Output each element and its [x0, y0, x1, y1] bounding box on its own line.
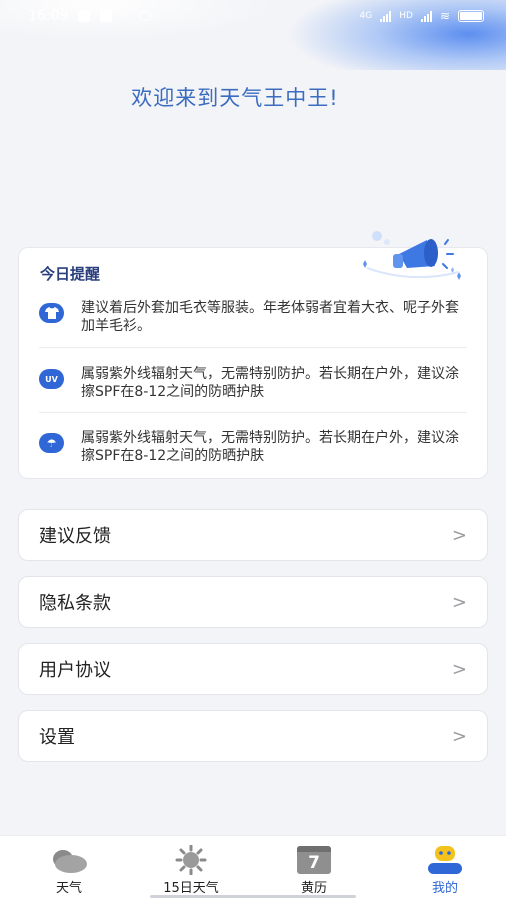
reminder-divider — [39, 347, 467, 348]
tab-weather[interactable]: 天气 — [0, 836, 138, 900]
signal-icon-1 — [380, 10, 392, 22]
settings-menu-item[interactable]: 设置 > — [18, 710, 488, 762]
settings-label: 设置 — [39, 727, 75, 748]
tab-15-day-label: 15日天气 — [163, 881, 219, 896]
feedback-label: 建议反馈 — [39, 526, 111, 547]
status-bar: 16:09 ᚼ 4G HD ≋ — [0, 0, 506, 32]
tab-15-day-forecast[interactable]: 15日天气 — [138, 836, 244, 900]
sun-icon — [175, 845, 207, 875]
tab-mine-label: 我的 — [431, 881, 458, 896]
reminder-item-clothing: 建议着后外套加毛衣等服装。年老体弱者宜着大衣、呢子外套加羊毛衫。 — [39, 299, 467, 335]
tab-weather-label: 天气 — [55, 881, 82, 896]
today-reminder-card: 今日提醒 建议着后外套加毛衣等服装。年老体弱者宜着大衣、呢子外套加羊毛衫。 UV… — [18, 231, 488, 479]
tab-calendar-label: 黄历 — [300, 881, 327, 896]
chevron-right-icon: > — [451, 524, 467, 546]
shirt-icon — [39, 303, 64, 323]
uv-icon: UV — [39, 369, 64, 389]
welcome-title: 欢迎来到天气王中王! — [131, 86, 339, 110]
signal-icon-2 — [420, 10, 432, 22]
privacy-label: 隐私条款 — [39, 593, 111, 614]
status-time: 16:09 — [28, 8, 69, 24]
reminder-title: 今日提醒 — [40, 265, 101, 283]
header: 16:09 ᚼ 4G HD ≋ 欢迎来到天气王中王! — [0, 0, 506, 210]
reminder-text-uv: 属弱紫外线辐射天气，无需特别防护。若长期在户外，建议涂擦SPF在8-12之间的防… — [81, 366, 459, 400]
tab-mine[interactable]: 我的 — [384, 836, 506, 900]
user-agreement-menu-item[interactable]: 用户协议 > — [18, 643, 488, 695]
network-label-1: 4G — [359, 11, 373, 21]
home-indicator[interactable] — [150, 895, 356, 898]
network-label-2: HD — [399, 11, 413, 21]
bottom-tab-bar: 天气 15日天气 7 黄历 我的 — [0, 835, 506, 900]
reminder-text-umbrella: 属弱紫外线辐射天气，无需特别防护。若长期在户外，建议涂擦SPF在8-12之间的防… — [81, 430, 459, 464]
privacy-menu-item[interactable]: 隐私条款 > — [18, 576, 488, 628]
umbrella-icon: ☂ — [39, 433, 64, 453]
chevron-right-icon: > — [451, 591, 467, 613]
feedback-menu-item[interactable]: 建议反馈 > — [18, 509, 488, 561]
chevron-right-icon: > — [451, 725, 467, 747]
chevron-right-icon: > — [451, 658, 467, 680]
nfc-icon: ᚼ — [122, 9, 129, 23]
tab-calendar[interactable]: 7 黄历 — [244, 836, 384, 900]
app-notification-icon — [100, 10, 113, 22]
profile-icon — [428, 846, 462, 874]
notification-icon — [78, 10, 91, 22]
battery-icon — [458, 10, 484, 22]
cloud-icon — [53, 850, 87, 873]
reminder-text-clothing: 建议着后外套加毛衣等服装。年老体弱者宜着大衣、呢子外套加羊毛衫。 — [81, 300, 459, 334]
reminder-item-uv: UV 属弱紫外线辐射天气，无需特别防护。若长期在户外，建议涂擦SPF在8-12之… — [39, 365, 467, 401]
reminder-divider — [39, 412, 467, 413]
calendar-day-number: 7 — [308, 853, 320, 873]
user-agreement-label: 用户协议 — [39, 660, 111, 681]
megaphone-icon — [363, 231, 461, 280]
message-icon — [138, 11, 151, 21]
wifi-icon: ≋ — [439, 9, 450, 23]
calendar-icon: 7 — [297, 846, 331, 874]
reminder-item-umbrella: ☂ 属弱紫外线辐射天气，无需特别防护。若长期在户外，建议涂擦SPF在8-12之间… — [39, 429, 467, 465]
